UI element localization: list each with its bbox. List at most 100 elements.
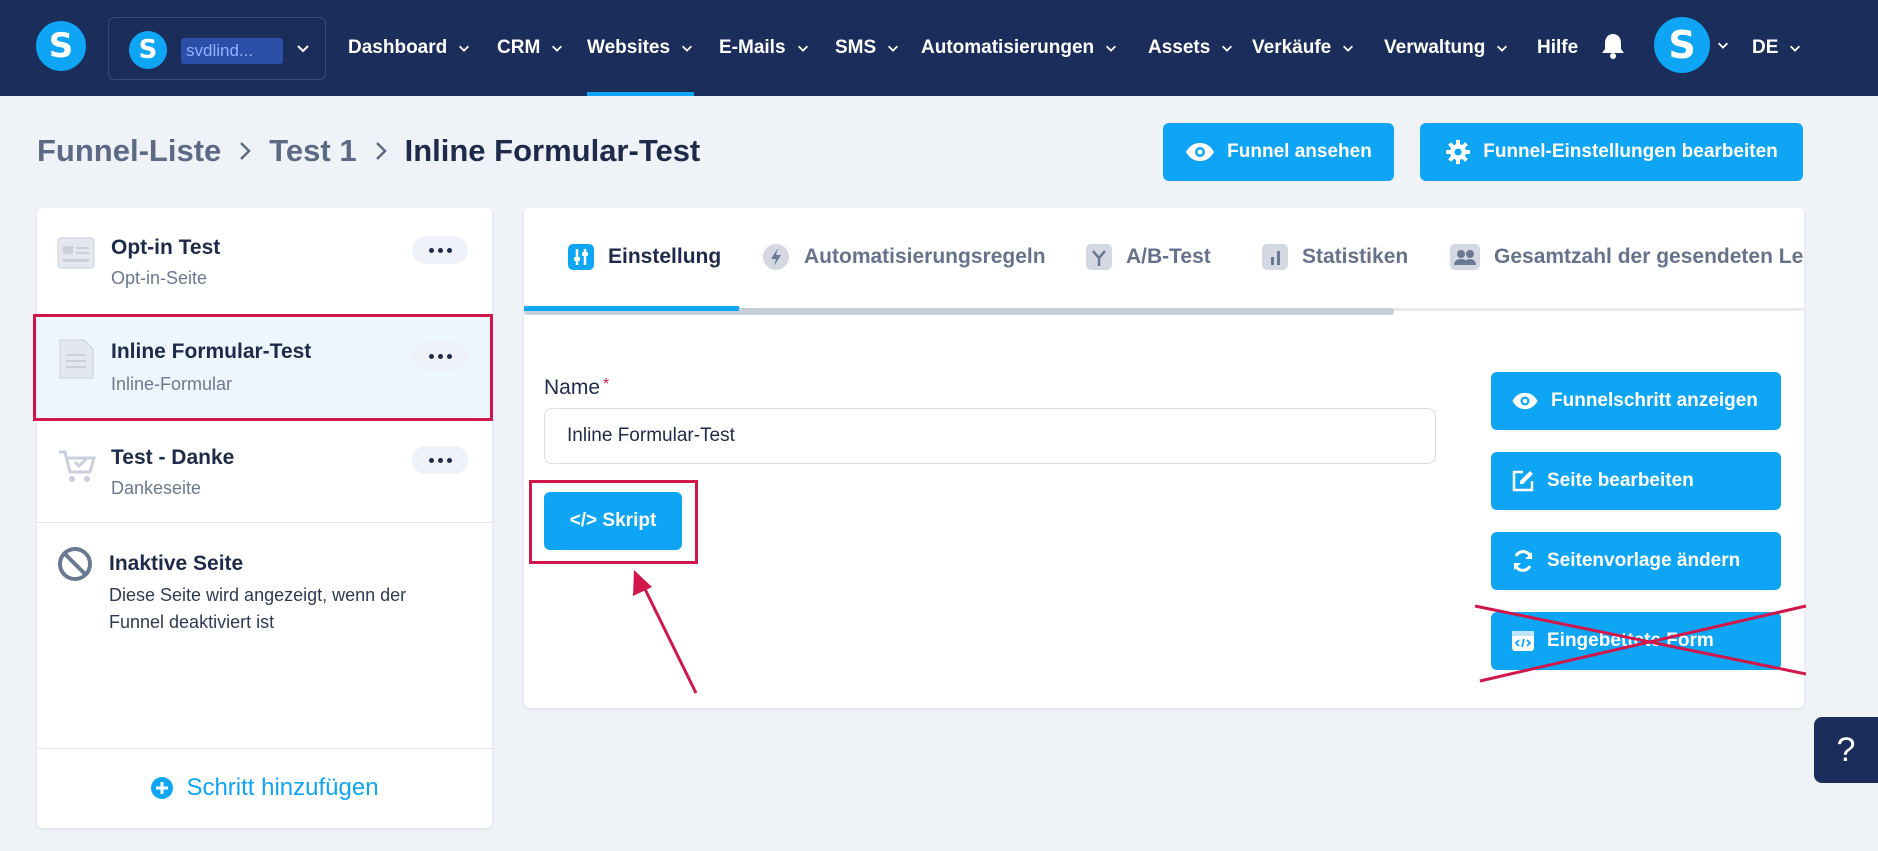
bolt-icon bbox=[762, 243, 790, 271]
nav-item-help[interactable]: Hilfe bbox=[1537, 0, 1578, 96]
button-label: Funnelschritt anzeigen bbox=[1551, 390, 1758, 411]
tab-label: A/B-Test bbox=[1126, 245, 1211, 268]
tab-sent-leads[interactable]: Gesamtzahl der gesendeten Le bbox=[1450, 208, 1803, 306]
nav-item-label: Assets bbox=[1148, 37, 1211, 58]
nav-item-label: Automatisierungen bbox=[921, 37, 1095, 58]
chevron-down-icon bbox=[1495, 41, 1509, 55]
add-step-button[interactable]: Schritt hinzufügen bbox=[37, 748, 492, 828]
breadcrumb-funnel[interactable]: Test 1 bbox=[269, 133, 356, 169]
view-funnel-button[interactable]: Funnel ansehen bbox=[1163, 123, 1394, 181]
highlight-script-button bbox=[529, 480, 698, 564]
code-window-icon bbox=[1511, 630, 1535, 652]
button-label: Seite bearbeiten bbox=[1547, 470, 1694, 491]
chevron-down-icon[interactable] bbox=[1716, 38, 1730, 57]
tab-label: Gesamtzahl der gesendeten Le bbox=[1494, 245, 1804, 268]
gear-icon bbox=[1445, 139, 1471, 165]
name-label-text: Name bbox=[544, 376, 601, 399]
step-subtitle: Dankeseite bbox=[111, 478, 202, 498]
thankyou-cart-icon bbox=[57, 448, 97, 491]
eye-icon bbox=[1185, 142, 1215, 162]
chevron-right-icon bbox=[373, 140, 389, 162]
step-settings-panel: Einstellung Automatisierungsregeln A/B-T… bbox=[524, 208, 1804, 708]
chevron-down-icon bbox=[1788, 41, 1802, 55]
breadcrumb-funnel-list[interactable]: Funnel-Liste bbox=[37, 133, 221, 169]
chevron-down-icon bbox=[295, 40, 311, 56]
tab-label: Statistiken bbox=[1302, 245, 1409, 268]
chevron-down-icon bbox=[796, 41, 810, 55]
edit-page-button[interactable]: Seite bearbeiten bbox=[1491, 452, 1781, 510]
chevron-down-icon bbox=[680, 41, 694, 55]
edit-funnel-settings-button[interactable]: Funnel-Einstellungen bearbeiten bbox=[1420, 123, 1803, 181]
tab-settings[interactable]: Einstellung bbox=[568, 208, 721, 306]
highlight-selected-step bbox=[33, 314, 493, 421]
divider bbox=[37, 522, 492, 523]
inactive-page-description: Diese Seite wird angezeigt, wenn der Fun… bbox=[109, 585, 407, 632]
bell-icon[interactable] bbox=[1600, 32, 1626, 65]
step-item[interactable]: Opt-in Test Opt-in-Seite bbox=[37, 208, 492, 312]
language-label: DE bbox=[1752, 37, 1779, 58]
inactive-page-title[interactable]: Inaktive Seite bbox=[109, 552, 243, 576]
embedded-form-button[interactable]: Eingebettete Form bbox=[1491, 612, 1781, 670]
chevron-right-icon bbox=[237, 140, 253, 162]
users-icon bbox=[1450, 244, 1480, 270]
chevron-down-icon bbox=[1220, 41, 1234, 55]
eye-icon bbox=[1511, 392, 1539, 410]
bar-chart-icon bbox=[1262, 244, 1288, 270]
nav-item-sales[interactable]: Verkäufe bbox=[1252, 0, 1355, 96]
chevron-down-icon bbox=[1104, 41, 1118, 55]
funnel-steps-panel: Opt-in Test Opt-in-Seite Inline Formular… bbox=[37, 208, 492, 828]
name-field-label: Name * bbox=[544, 376, 609, 400]
tab-statistics[interactable]: Statistiken bbox=[1262, 208, 1408, 306]
step-subtitle: Opt-in-Seite bbox=[111, 268, 208, 288]
nav-item-label: Verkäufe bbox=[1252, 37, 1332, 58]
user-avatar[interactable]: S bbox=[1654, 17, 1710, 73]
nav-item-label: Dashboard bbox=[348, 37, 448, 58]
nav-item-sms[interactable]: SMS bbox=[835, 0, 900, 96]
step-title: Test - Danke bbox=[111, 446, 235, 469]
view-funnel-label: Funnel ansehen bbox=[1227, 141, 1372, 162]
language-selector[interactable]: DE bbox=[1752, 0, 1802, 96]
tab-ab-test[interactable]: A/B-Test bbox=[1086, 208, 1211, 306]
nav-item-label: SMS bbox=[835, 37, 877, 58]
app-logo[interactable]: S bbox=[36, 21, 86, 71]
nav-item-label: E-Mails bbox=[719, 37, 786, 58]
refresh-icon bbox=[1511, 549, 1535, 573]
tab-label: Automatisierungsregeln bbox=[804, 245, 1046, 268]
nav-item-administration[interactable]: Verwaltung bbox=[1384, 0, 1509, 96]
add-step-label: Schritt hinzufügen bbox=[186, 774, 379, 801]
nav-item-assets[interactable]: Assets bbox=[1148, 0, 1234, 96]
required-mark: * bbox=[603, 376, 610, 393]
sliders-icon bbox=[568, 244, 594, 270]
account-switcher[interactable]: S svdlind... bbox=[108, 17, 326, 80]
split-icon bbox=[1086, 244, 1112, 270]
nav-item-label: CRM bbox=[497, 37, 541, 58]
step-title: Opt-in Test bbox=[111, 236, 221, 259]
edit-funnel-settings-label: Funnel-Einstellungen bearbeiten bbox=[1483, 141, 1778, 162]
help-button[interactable]: ? bbox=[1814, 717, 1878, 783]
step-item[interactable]: Test - Danke Dankeseite bbox=[37, 418, 492, 522]
name-input[interactable] bbox=[544, 408, 1436, 464]
tab-automation-rules[interactable]: Automatisierungsregeln bbox=[762, 208, 1046, 306]
chevron-down-icon bbox=[886, 41, 900, 55]
breadcrumb: Funnel-Liste Test 1 Inline Formular-Test bbox=[37, 133, 700, 169]
chevron-down-icon bbox=[550, 41, 564, 55]
nav-item-emails[interactable]: E-Mails bbox=[719, 0, 810, 96]
account-logo: S bbox=[129, 31, 167, 69]
nav-item-websites[interactable]: Websites bbox=[587, 0, 695, 96]
top-navigation: S S svdlind... Dashboard CRM Websites E-… bbox=[0, 0, 1878, 96]
optin-page-icon bbox=[57, 236, 95, 275]
step-menu-button[interactable] bbox=[412, 446, 468, 474]
edit-icon bbox=[1511, 469, 1535, 493]
nav-item-label: Verwaltung bbox=[1384, 37, 1486, 58]
nav-item-label: Websites bbox=[587, 37, 671, 58]
nav-item-crm[interactable]: CRM bbox=[497, 0, 564, 96]
tab-label: Einstellung bbox=[608, 245, 722, 268]
show-funnel-step-button[interactable]: Funnelschritt anzeigen bbox=[1491, 372, 1781, 430]
account-name: svdlind... bbox=[181, 38, 283, 64]
nav-item-automations[interactable]: Automatisierungen bbox=[921, 0, 1118, 96]
button-label: Eingebettete Form bbox=[1547, 630, 1714, 651]
change-template-button[interactable]: Seitenvorlage ändern bbox=[1491, 532, 1781, 590]
plus-circle-icon bbox=[150, 776, 174, 800]
nav-item-dashboard[interactable]: Dashboard bbox=[348, 0, 471, 96]
step-menu-button[interactable] bbox=[412, 236, 468, 264]
